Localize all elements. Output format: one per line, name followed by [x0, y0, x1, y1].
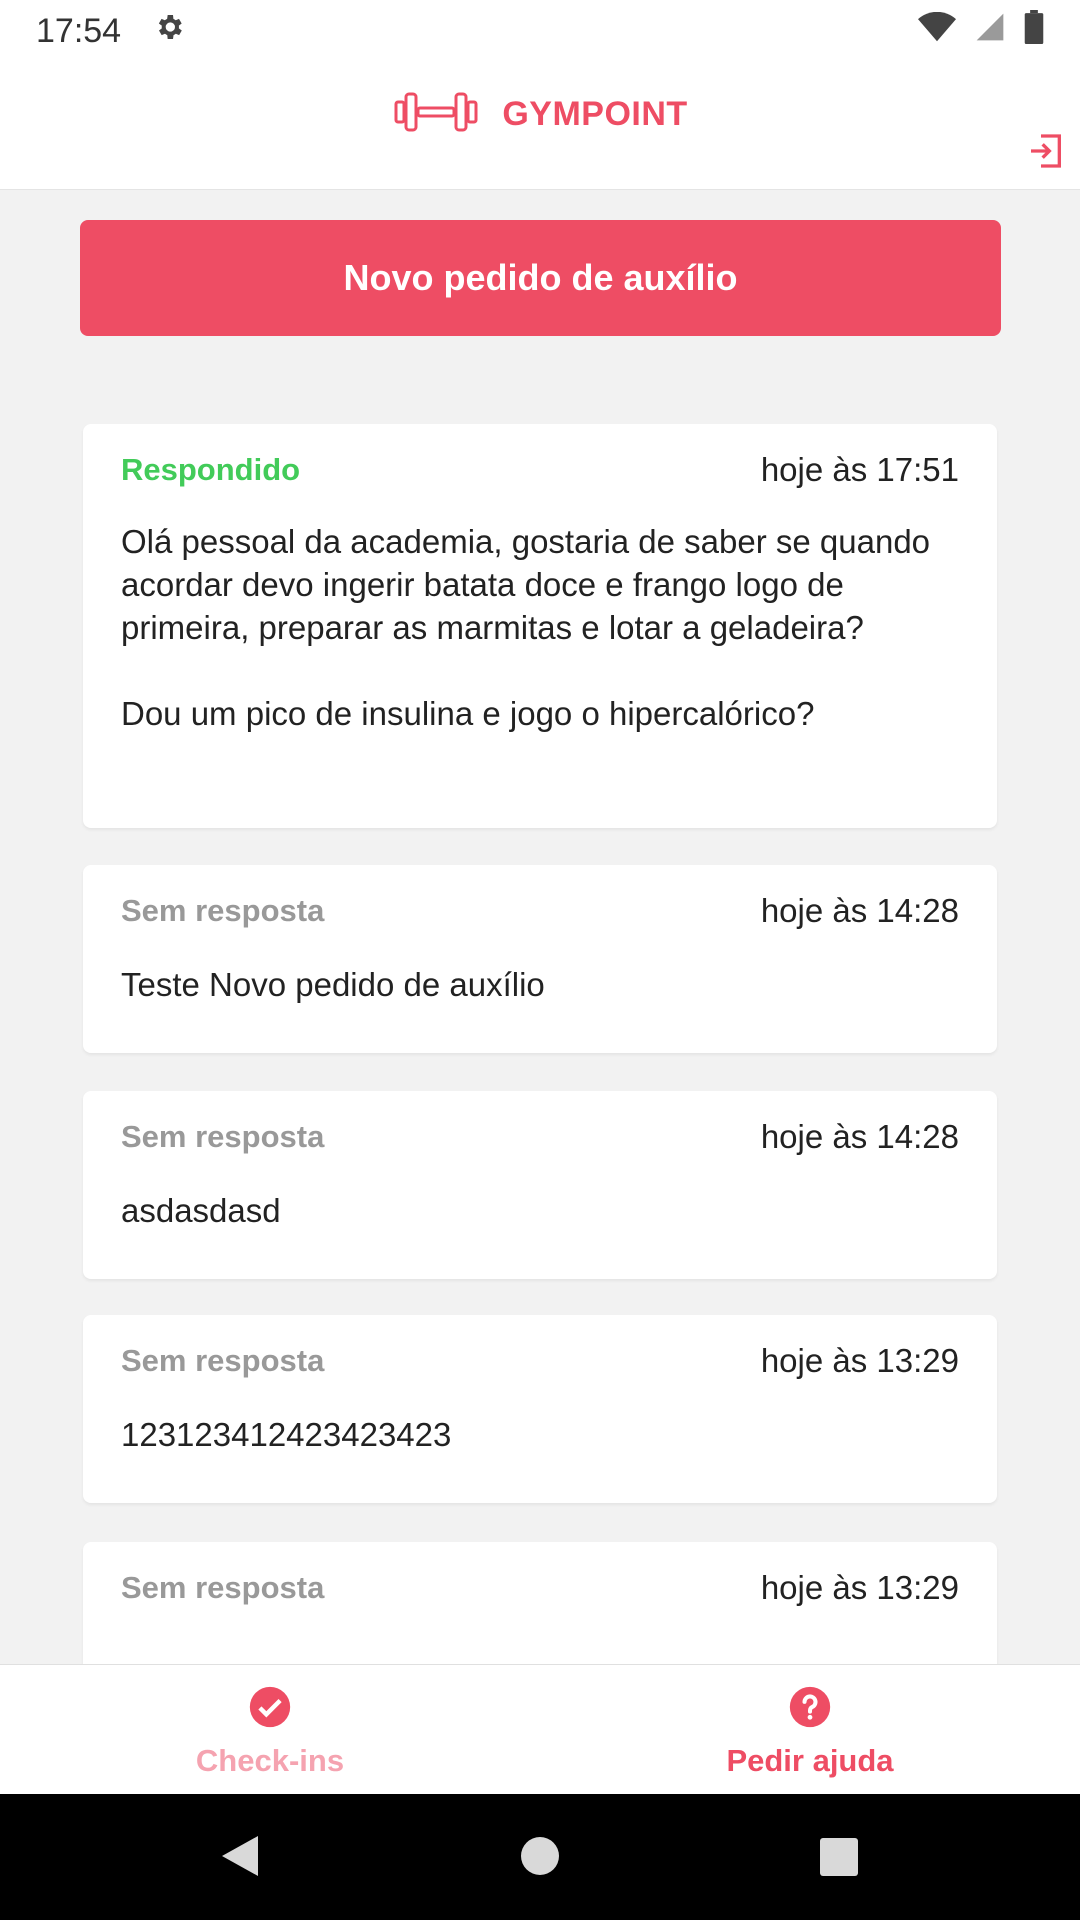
status-badge: Sem resposta: [121, 1343, 325, 1378]
request-card[interactable]: Respondido hoje às 17:51 Olá pessoal da …: [83, 424, 997, 828]
help-circle-icon: [788, 1685, 832, 1729]
brand: GYMPOINT: [0, 78, 1080, 150]
battery-icon: [1024, 10, 1044, 53]
tab-label: Pedir ajuda: [726, 1743, 894, 1778]
brand-name: GYMPOINT: [502, 94, 688, 133]
tab-help[interactable]: Pedir ajuda: [540, 1665, 1080, 1795]
request-card[interactable]: Sem resposta hoje às 13:29 1231234124234…: [83, 1315, 997, 1503]
signal-icon: [974, 11, 1006, 52]
request-card[interactable]: Sem resposta hoje às 14:28 Teste Novo pe…: [83, 865, 997, 1053]
request-card-header: Sem resposta hoje às 13:29: [121, 1568, 959, 1608]
new-request-button[interactable]: Novo pedido de auxílio: [80, 220, 1001, 336]
status-icons: [918, 10, 1044, 53]
recents-button[interactable]: [818, 1832, 860, 1885]
status-time: 17:54: [36, 12, 122, 50]
screen: 17:54 GYMPOINT Novo pedido de auxílio Re…: [0, 0, 1080, 1920]
request-card[interactable]: Sem resposta hoje às 14:28 asdasdasd: [83, 1091, 997, 1279]
tab-check-ins[interactable]: Check-ins: [0, 1665, 540, 1795]
home-button[interactable]: [520, 1832, 560, 1885]
app-header: GYMPOINT: [0, 63, 1080, 190]
request-card-header: Sem resposta hoje às 14:28: [121, 891, 959, 931]
status-badge: Sem resposta: [121, 1119, 325, 1154]
request-time: hoje às 14:28: [760, 892, 959, 929]
request-time: hoje às 17:51: [760, 451, 959, 488]
request-question: asdasdasd: [121, 1192, 281, 1229]
status-badge: Respondido: [121, 452, 301, 487]
request-question: 123123412423423423: [121, 1416, 452, 1453]
status-badge: Sem resposta: [121, 1570, 325, 1605]
system-nav-bar: [0, 1794, 1080, 1920]
wifi-icon: [918, 11, 956, 51]
status-bar: 17:54: [0, 0, 1080, 63]
request-card-header: Sem resposta hoje às 14:28: [121, 1117, 959, 1157]
tab-label: Check-ins: [195, 1743, 345, 1778]
check-circle-icon: [248, 1685, 292, 1729]
request-question: Teste Novo pedido de auxílio: [121, 966, 545, 1003]
dumbbell-icon: [392, 88, 480, 141]
request-time: hoje às 13:29: [760, 1569, 959, 1606]
logout-button[interactable]: [1022, 129, 1070, 177]
logout-icon: [1026, 131, 1066, 176]
request-card[interactable]: Sem resposta hoje às 13:29: [83, 1542, 997, 1664]
request-card-header: Sem resposta hoje às 13:29: [121, 1341, 959, 1381]
bottom-tab-bar: Check-ins Pedir ajuda: [0, 1664, 1080, 1794]
request-time: hoje às 14:28: [760, 1118, 959, 1155]
request-time: hoje às 13:29: [760, 1342, 959, 1379]
status-badge: Sem resposta: [121, 893, 325, 928]
request-card-header: Respondido hoje às 17:51: [121, 450, 959, 490]
settings-icon: [153, 11, 185, 52]
request-question: Olá pessoal da academia, gostaria de sab…: [121, 523, 931, 732]
back-button[interactable]: [218, 1832, 262, 1885]
